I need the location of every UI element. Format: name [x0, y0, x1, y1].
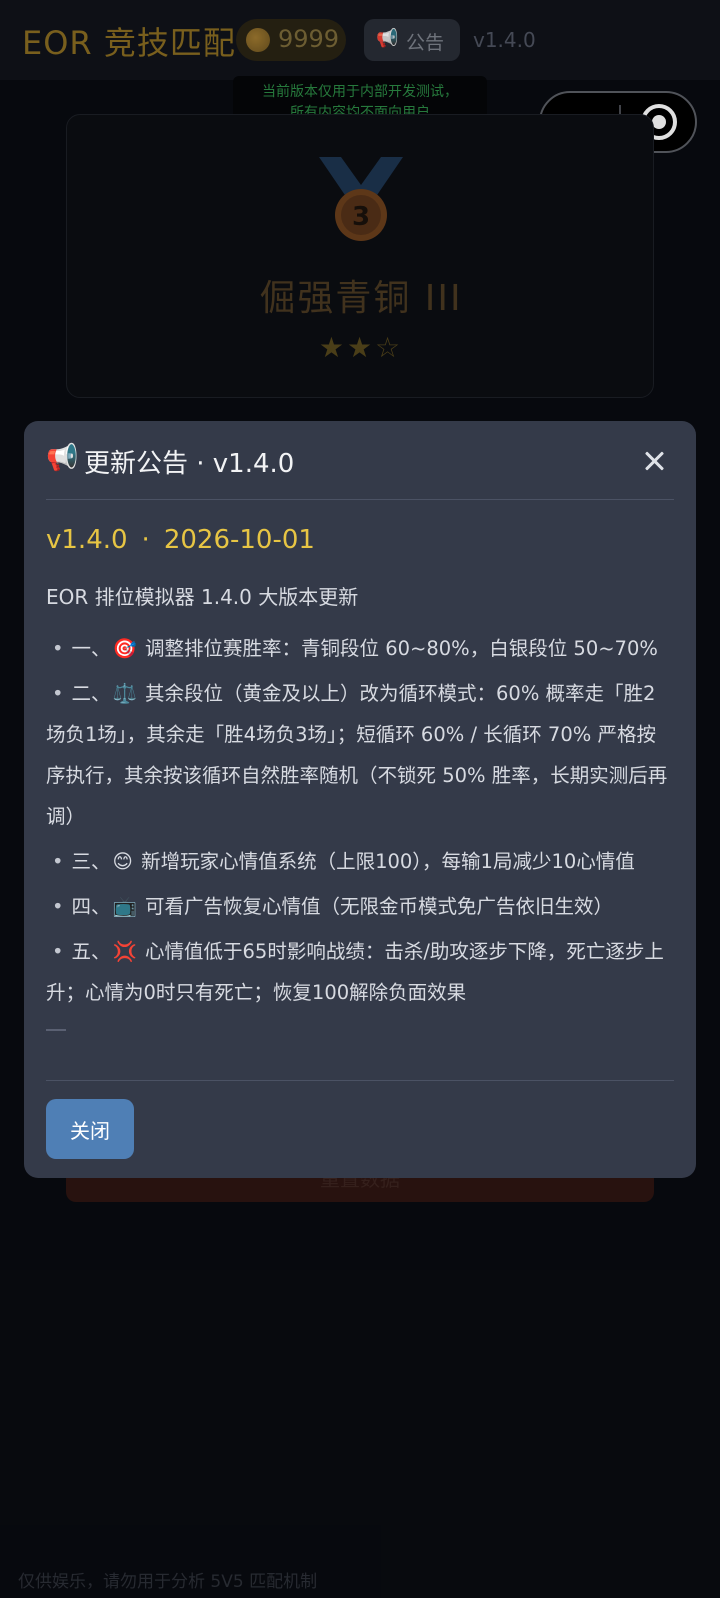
list-bullet: •: [52, 682, 64, 705]
item-prefix: 四、: [71, 895, 111, 918]
item-text: 心情值低于65时影响战绩：击杀/助攻逐步下降，死亡逐步上升；心情为0时只有死亡；…: [46, 940, 664, 1004]
update-meta: v1.4.0 · 2026-10-01: [46, 525, 315, 555]
item-text: 其余段位（黄金及以上）改为循环模式：60% 概率走「胜2场负1场」，其余走「胜4…: [46, 682, 668, 828]
announcement-modal: 📢 更新公告 · v1.4.0 v1.4.0 · 2026-10-01 EOR 排位…: [24, 421, 696, 1178]
update-date: 2026-10-01: [163, 525, 315, 555]
update-summary: EOR 排位模拟器 1.4.0 大版本更新: [46, 585, 359, 609]
modal-divider: [46, 499, 674, 500]
item-prefix: 五、: [71, 940, 111, 963]
modal-title: 更新公告 · v1.4.0: [84, 449, 295, 479]
list-item: • 一、 🎯 调整排位赛胜率：青铜段位 60~80%，白银段位 50~70%: [46, 628, 674, 669]
item-text: 可看广告恢复心情值（无限金币模式免广告依旧生效）: [145, 895, 614, 918]
change-list: • 一、 🎯 调整排位赛胜率：青铜段位 60~80%，白银段位 50~70% • 二、…: [46, 628, 674, 1017]
list-item: • 五、 💢 心情值低于65时影响战绩：击杀/助攻逐步下降，死亡逐步上升；心情为0时…: [46, 931, 674, 1013]
close-button[interactable]: 关闭: [46, 1099, 134, 1159]
anger-icon: 💢: [112, 940, 137, 963]
page: EOR 竞技匹配 9999 📢 公告 v1.4.0 当前版本仅用于内部开发测试，…: [0, 0, 720, 1598]
item-text: 调整排位赛胜率：青铜段位 60~80%，白银段位 50~70%: [145, 637, 658, 660]
list-end-rule: [46, 1029, 66, 1031]
item-prefix: 一、: [71, 637, 111, 660]
list-bullet: •: [52, 895, 64, 918]
tv-icon: 📺: [112, 895, 137, 918]
list-item: • 二、 ⚖️ 其余段位（黄金及以上）改为循环模式：60% 概率走「胜2场负1场」，…: [46, 673, 674, 837]
modal-footer-divider: [46, 1080, 674, 1081]
list-bullet: •: [52, 940, 64, 963]
list-item: • 四、 📺 可看广告恢复心情值（无限金币模式免广告依旧生效）: [46, 886, 674, 927]
smile-icon: 😊: [112, 850, 133, 873]
list-bullet: •: [52, 637, 64, 660]
target-icon: 🎯: [112, 637, 137, 660]
list-item: • 三、 😊 新增玩家心情值系统（上限100），每输1局减少10心情值: [46, 841, 674, 882]
update-version: v1.4.0: [46, 525, 128, 555]
meta-separator: ·: [141, 525, 150, 555]
item-prefix: 三、: [71, 850, 111, 873]
item-text: 新增玩家心情值系统（上限100），每输1局减少10心情值: [141, 850, 635, 873]
item-prefix: 二、: [71, 682, 111, 705]
megaphone-icon: 📢: [46, 443, 79, 473]
close-icon[interactable]: [640, 447, 668, 475]
balance-scale-icon: ⚖️: [112, 682, 137, 705]
list-bullet: •: [52, 850, 64, 873]
